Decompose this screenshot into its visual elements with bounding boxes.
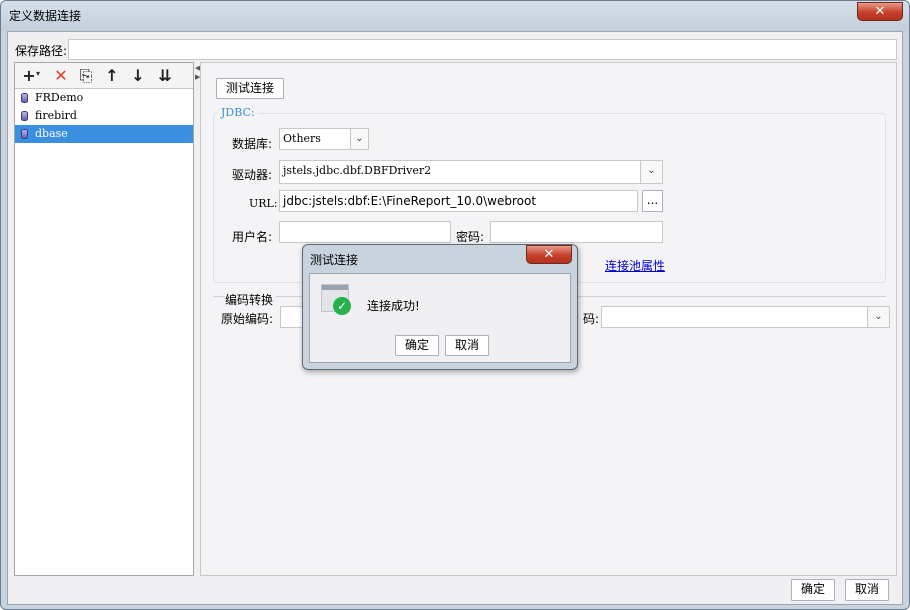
url-label: URL: (249, 197, 278, 210)
ok-button[interactable]: 确定 (791, 579, 835, 601)
save-path-label: 保存路径: (15, 44, 68, 58)
database-icon (21, 93, 28, 103)
connection-item-firebird[interactable]: firebird (15, 107, 193, 125)
window-close-button[interactable]: ✕ (857, 2, 903, 21)
copy-icon[interactable]: ⎘ (76, 66, 96, 86)
chevron-down-icon[interactable]: ⌄ (640, 161, 662, 183)
url-input-value: jdbc:jstels:dbf:E:\FineReport_10.0\webro… (283, 194, 537, 208)
dialog-body: ✓ 连接成功! 确定 取消 (309, 273, 571, 363)
delete-icon[interactable]: ✕ (51, 66, 71, 86)
connection-item-dbase[interactable]: dbase (15, 125, 193, 143)
check-icon: ✓ (333, 297, 351, 315)
add-dropdown-chevron-icon[interactable]: ▾ (36, 69, 40, 78)
save-path-row: 保存路径: (8, 32, 902, 62)
pool-properties-link[interactable]: 连接池属性 (605, 257, 665, 274)
move-down-icon[interactable]: ↓ (128, 66, 148, 86)
dialog-close-button[interactable]: ✕ (526, 245, 572, 264)
test-connection-button[interactable]: 测试连接 (216, 78, 284, 99)
target-encoding-select[interactable]: ⌄ (601, 306, 890, 328)
database-label: 数据库: (232, 137, 273, 151)
title-bar[interactable]: 定义数据连接 ✕ (1, 1, 909, 31)
dialog-cancel-button[interactable]: 取消 (445, 335, 489, 356)
driver-select[interactable]: jstels.jdbc.dbf.DBFDriver2 ⌄ (279, 160, 663, 184)
dialog-title: 测试连接 (310, 253, 359, 267)
url-browse-button[interactable]: ... (642, 190, 663, 212)
chevron-down-icon[interactable]: ⌄ (867, 307, 889, 327)
database-select-value: Others (283, 132, 321, 145)
connection-toolbar: + ▾ ✕ ⎘ ↑ ↓ ⇊ (15, 63, 193, 89)
window-title: 定义数据连接 (9, 9, 82, 23)
connection-name: FRDemo (35, 91, 84, 104)
driver-select-value: jstels.jdbc.dbf.DBFDriver2 (283, 164, 432, 177)
test-connection-dialog: 测试连接 ✕ ✓ 连接成功! 确定 取消 (302, 244, 578, 370)
success-icon: ✓ (321, 284, 351, 316)
chevron-down-icon[interactable]: ⌄ (350, 129, 368, 149)
dialog-message: 连接成功! (367, 299, 420, 313)
connection-tree: FRDemo firebird dbase (15, 89, 193, 143)
save-path-input[interactable] (68, 39, 897, 60)
encoding-title: 编码转换 (225, 291, 277, 308)
target-encoding-label: 码: (583, 312, 600, 326)
database-icon (21, 129, 28, 139)
password-input[interactable] (490, 221, 663, 243)
sort-icon[interactable]: ⇊ (155, 66, 175, 86)
dialog-ok-button[interactable]: 确定 (395, 335, 439, 356)
database-select[interactable]: Others ⌄ (279, 128, 369, 150)
original-encoding-label: 原始编码: (221, 312, 274, 326)
jdbc-group-title: JDBC: (218, 106, 258, 119)
connection-list-panel: + ▾ ✕ ⎘ ↑ ↓ ⇊ FRDemo firebird dbase (14, 62, 194, 576)
driver-label: 驱动器: (232, 168, 273, 182)
url-input[interactable]: jdbc:jstels:dbf:E:\FineReport_10.0\webro… (279, 190, 638, 212)
database-icon (21, 111, 28, 121)
connection-name: firebird (35, 109, 77, 122)
username-input[interactable] (279, 221, 451, 243)
connection-name: dbase (35, 127, 68, 140)
move-up-icon[interactable]: ↑ (102, 66, 122, 86)
footer-bar: 确定 取消 (8, 576, 902, 604)
connection-item-frdemo[interactable]: FRDemo (15, 89, 193, 107)
cancel-button[interactable]: 取消 (845, 579, 889, 601)
username-label: 用户名: (232, 230, 273, 244)
password-label: 密码: (456, 230, 485, 244)
